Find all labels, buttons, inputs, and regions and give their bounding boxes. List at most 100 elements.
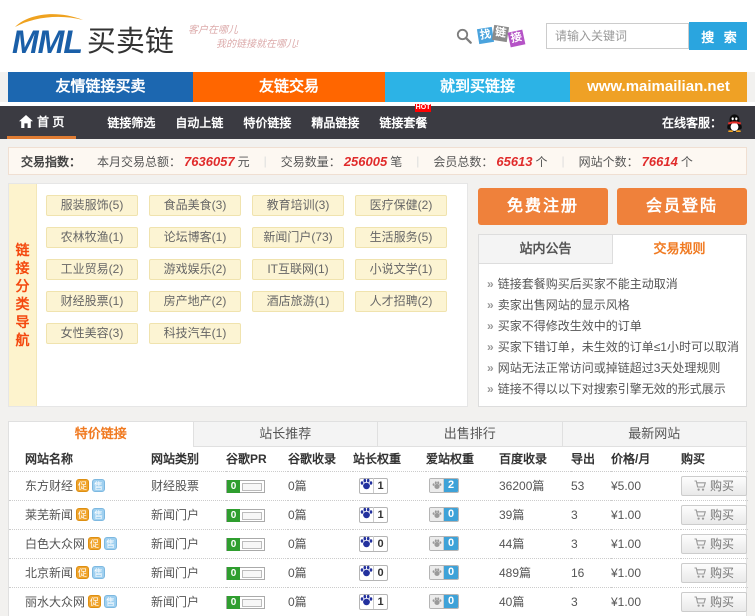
find-links-tiles: 找 链 接 (478, 23, 526, 49)
cart-icon (694, 480, 706, 492)
promo-badge: 促 (88, 595, 101, 608)
col-aizhan-rank: 爱站权重 (426, 447, 499, 471)
rule-text: 网站无法正常访问或掉链超过3天处理规则 (498, 361, 721, 375)
search-button[interactable]: 搜 索 (689, 22, 747, 50)
nav-item-premium-links[interactable]: 精品链接 (301, 106, 369, 139)
google-pr-badge: 0 (226, 509, 265, 522)
google-pr-value: 0 (227, 567, 240, 580)
site-name[interactable]: 莱芜新闻促售 (25, 506, 151, 523)
category-button[interactable]: 教育培训(3) (252, 195, 344, 216)
rule-item[interactable]: »卖家出售网站的显示风格 (487, 295, 738, 316)
paw-icon (360, 565, 373, 577)
logo-swoosh-icon (14, 12, 86, 28)
aizhan-rank-badge: 0 (429, 507, 459, 522)
tab-trade-rules[interactable]: 交易规则 (612, 235, 746, 264)
category-button[interactable]: 酒店旅游(1) (252, 291, 344, 312)
site-name[interactable]: 东方财经促售 (25, 477, 151, 494)
buy-button[interactable]: 购买 (681, 534, 747, 554)
google-pr-bar (242, 512, 262, 520)
paw-icon (360, 594, 373, 606)
site-name[interactable]: 丽水大众网促售 (25, 593, 151, 610)
nav-item-link-filter[interactable]: 链接筛选 (97, 106, 165, 139)
nav-item-auto-link[interactable]: 自动上链 (165, 106, 233, 139)
site-category: 财经股票 (151, 479, 199, 493)
rule-item[interactable]: »网站无法正常访问或掉链超过3天处理规则 (487, 358, 738, 379)
rule-item[interactable]: »链接套餐购买后买家不能主动取消 (487, 274, 738, 295)
online-service[interactable]: 在线客服： (662, 106, 743, 139)
aizhan-icon-cell (430, 536, 444, 551)
buy-button-label: 购买 (710, 477, 734, 494)
banner-seg-link-trade[interactable]: 友链交易 (193, 72, 385, 102)
stat-site-count: 网站个数：76614个 (579, 153, 693, 170)
aizhan-icon (432, 597, 442, 606)
rule-item[interactable]: »买家下错订单，未生效的订单≤1小时可以取消 (487, 337, 738, 358)
google-indexed-value: 0篇 (288, 566, 307, 580)
baidu-rank-value: 0 (374, 567, 387, 579)
baidu-rank-icon-cell (360, 507, 374, 522)
tab-site-announcements[interactable]: 站内公告 (479, 235, 612, 264)
buy-button[interactable]: 购买 (681, 563, 747, 583)
stat-label: 网站个数： (579, 153, 639, 170)
sale-badge: 售 (104, 537, 117, 550)
category-button[interactable]: 小说文学(1) (355, 259, 447, 280)
nav-item-home[interactable]: 首 页 (7, 106, 76, 139)
aizhan-rank-badge: 2 (429, 478, 459, 493)
category-button[interactable]: 人才招聘(2) (355, 291, 447, 312)
aizhan-icon-cell (430, 594, 444, 609)
sale-badge: 售 (92, 479, 105, 492)
category-button[interactable]: 科技汽车(1) (149, 323, 241, 344)
site-name[interactable]: 白色大众网促售 (25, 535, 151, 552)
category-button[interactable]: 新闻门户(73) (252, 227, 344, 248)
tab-newest-sites[interactable]: 最新网站 (563, 422, 747, 447)
rule-item[interactable]: »买家不得修改生效中的订单 (487, 316, 738, 337)
category-button[interactable]: 女性美容(3) (46, 323, 138, 344)
category-button[interactable]: 财经股票(1) (46, 291, 138, 312)
logo[interactable]: MML 买卖链 (12, 16, 174, 58)
baidu-indexed-value: 44篇 (499, 537, 524, 551)
stat-label: 本月交易总额： (97, 153, 181, 170)
stat-value: 7636057 (184, 154, 235, 169)
outlinks-value: 53 (571, 479, 584, 493)
stat-value: 76614 (642, 154, 678, 169)
buy-button[interactable]: 购买 (681, 592, 747, 612)
nav-item-special-links[interactable]: 特价链接 (233, 106, 301, 139)
site-name[interactable]: 北京新闻促售 (25, 564, 151, 581)
banner-seg-friend-links[interactable]: 友情链接买卖 (8, 72, 193, 102)
hot-badge: HOT (415, 104, 432, 112)
banner-seg-site-url[interactable]: www.maimailian.net (570, 72, 747, 102)
category-button[interactable]: 食品美食(3) (149, 195, 241, 216)
category-button[interactable]: 游戏娱乐(2) (149, 259, 241, 280)
tab-special-links[interactable]: 特价链接 (9, 422, 194, 447)
google-pr-value: 0 (227, 538, 240, 551)
register-button[interactable]: 免费注册 (478, 188, 608, 225)
tile-connect: 接 (508, 30, 526, 48)
price-value: ¥1.00 (611, 537, 641, 551)
google-pr-value: 0 (227, 509, 240, 522)
buy-button[interactable]: 购买 (681, 476, 747, 496)
buy-button[interactable]: 购买 (681, 505, 747, 525)
category-button[interactable]: 论坛博客(1) (149, 227, 241, 248)
search-input[interactable] (546, 23, 689, 49)
google-indexed-value: 0篇 (288, 508, 307, 522)
rule-item[interactable]: »链接不得以以下对搜索引擎无效的形式展示 (487, 379, 738, 400)
stat-value: 65613 (496, 154, 532, 169)
google-pr-badge: 0 (226, 538, 265, 551)
google-indexed-value: 0篇 (288, 595, 307, 609)
banner-seg-buy-links[interactable]: 就到买链接 (385, 72, 570, 102)
category-button[interactable]: 生活服务(5) (355, 227, 447, 248)
tab-webmaster-picks[interactable]: 站长推荐 (194, 422, 379, 447)
login-button[interactable]: 会员登陆 (617, 188, 747, 225)
price-value: ¥5.00 (611, 479, 641, 493)
category-button[interactable]: 房产地产(2) (149, 291, 241, 312)
category-button[interactable]: 医疗保健(2) (355, 195, 447, 216)
price-value: ¥1.00 (611, 595, 641, 609)
buy-button-label: 购买 (710, 535, 734, 552)
category-button[interactable]: 农林牧渔(1) (46, 227, 138, 248)
tab-sales-ranking[interactable]: 出售排行 (378, 422, 563, 447)
category-button[interactable]: IT互联网(1) (252, 259, 344, 280)
category-button[interactable]: 服装服饰(5) (46, 195, 138, 216)
aizhan-icon (432, 510, 442, 519)
category-button[interactable]: 工业贸易(2) (46, 259, 138, 280)
category-box: 链接分类导航 服装服饰(5)食品美食(3)教育培训(3)医疗保健(2)农林牧渔(… (8, 183, 468, 407)
nav-item-link-packages[interactable]: 链接套餐 HOT (369, 106, 437, 139)
